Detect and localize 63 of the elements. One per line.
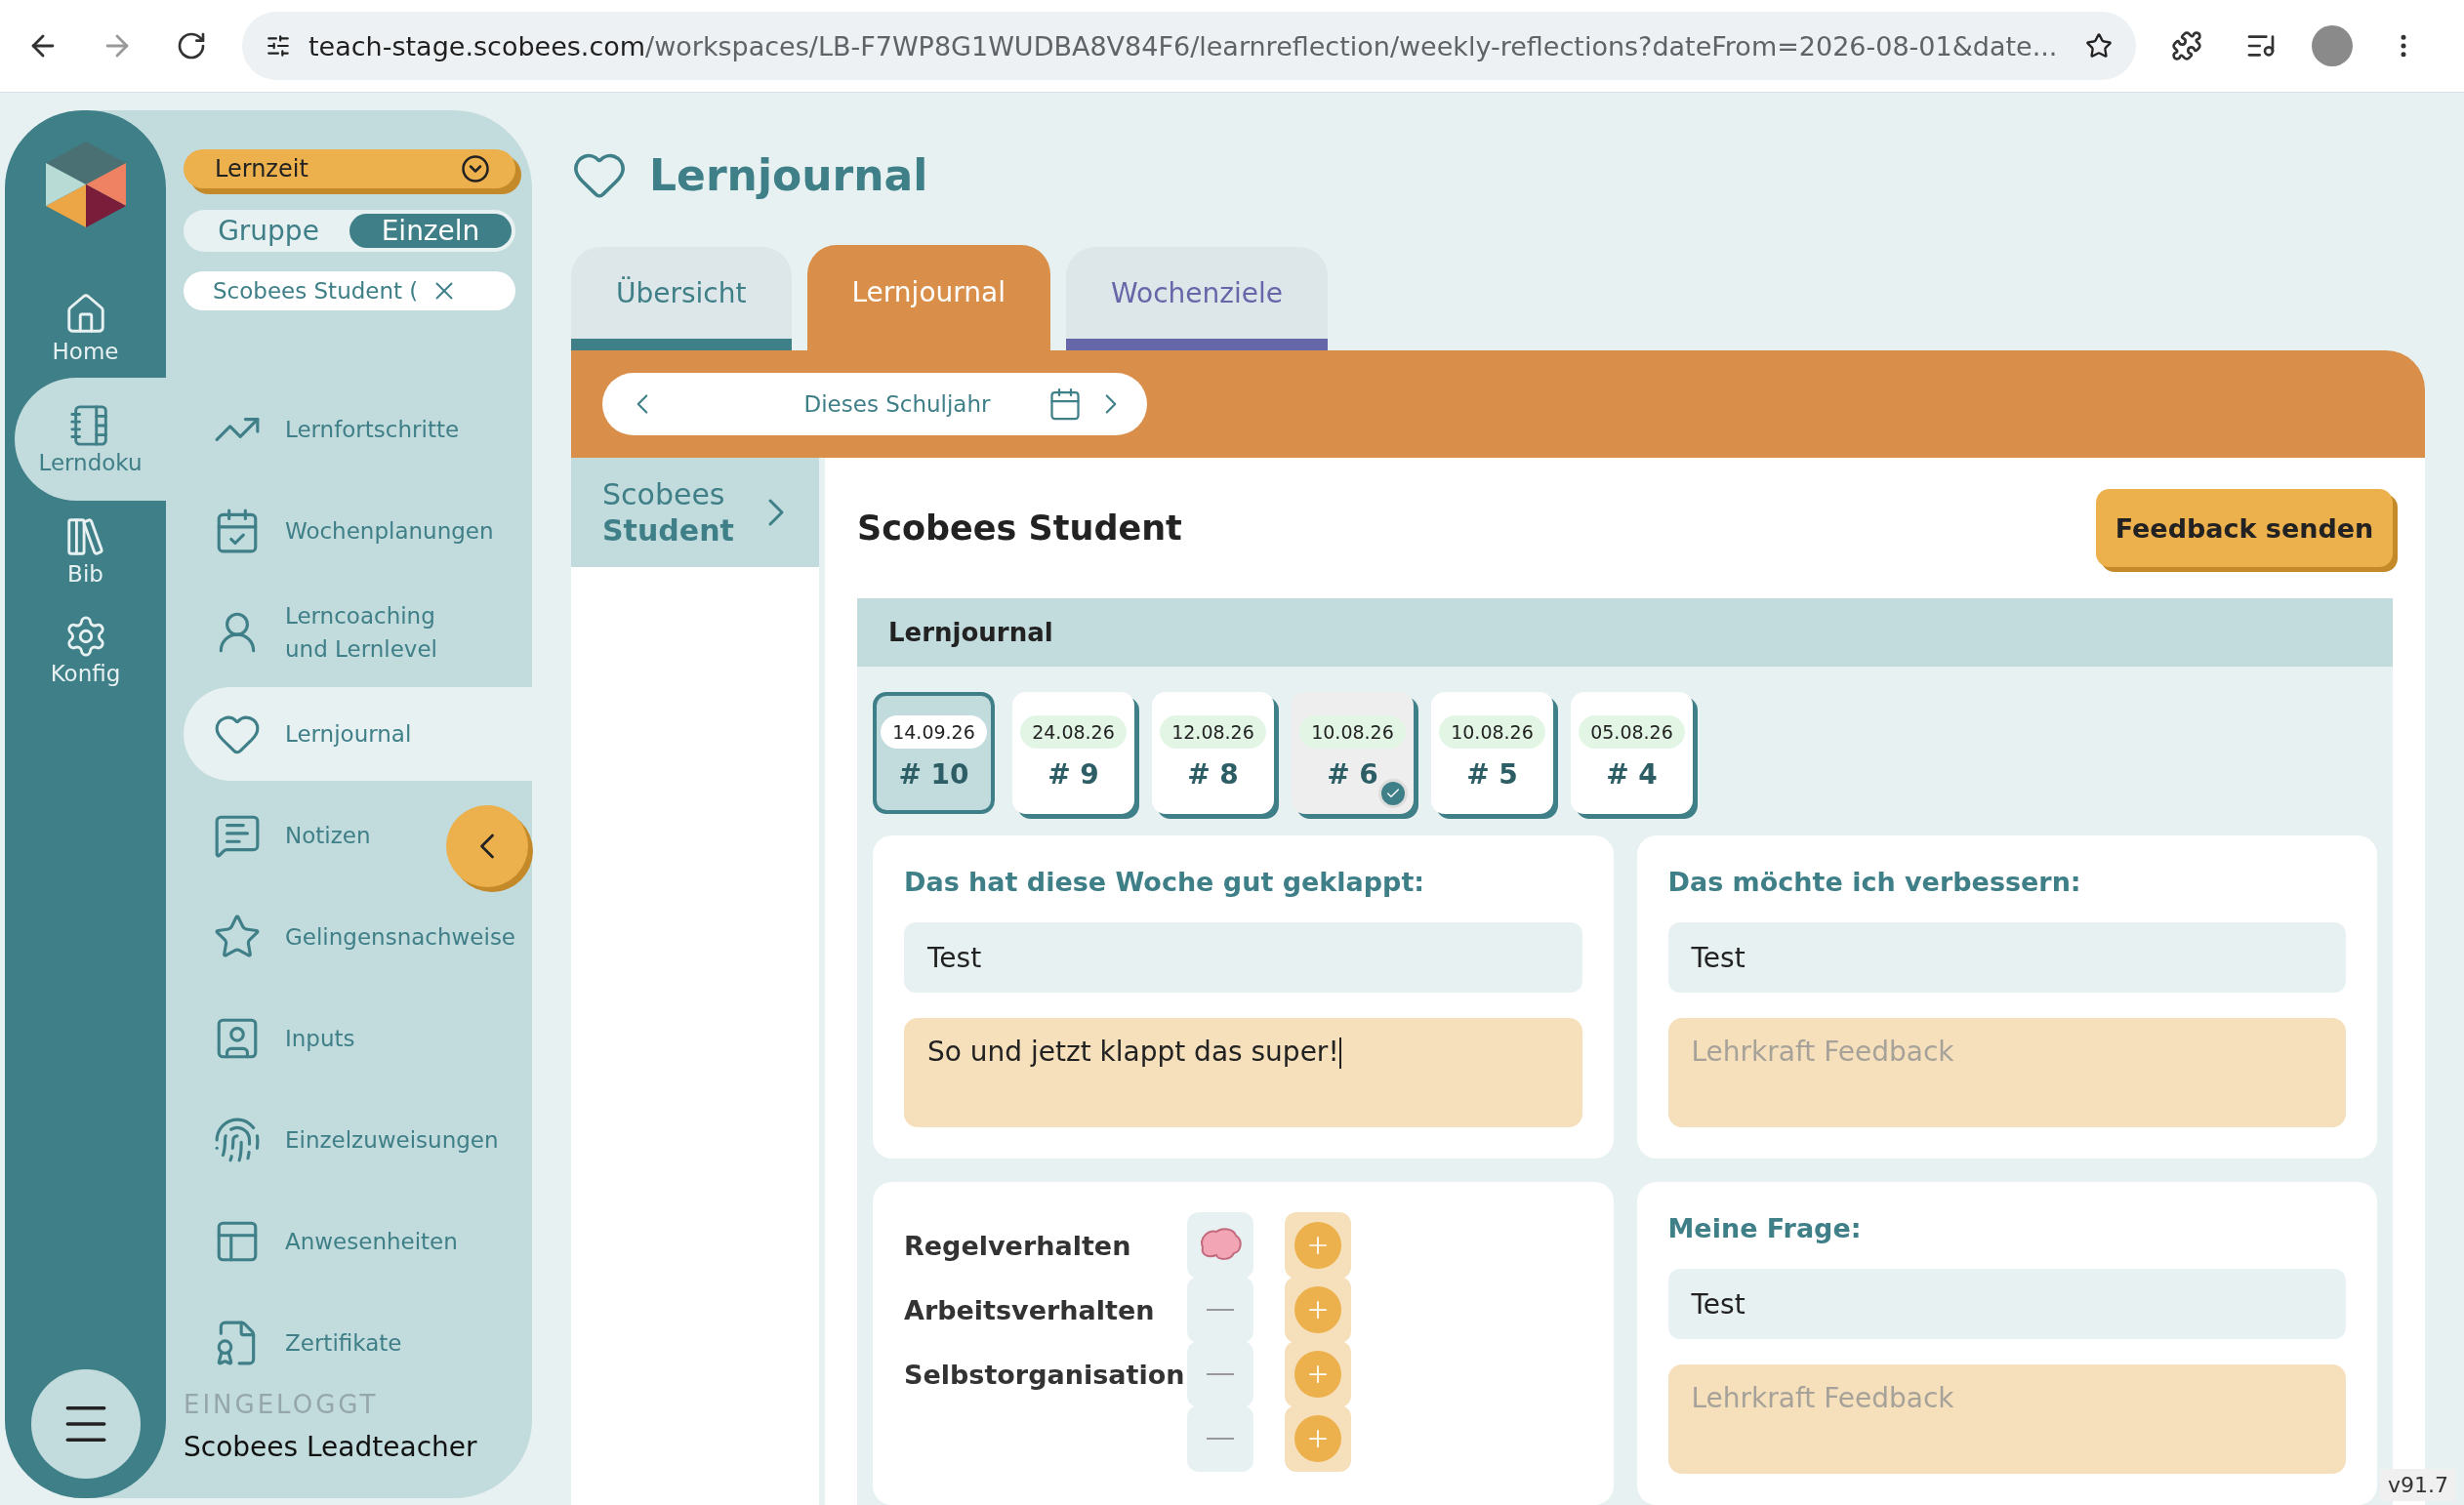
nav-item[interactable]: Anwesenheiten: [184, 1195, 532, 1288]
toggle-option[interactable]: Einzeln: [349, 214, 512, 248]
site-settings-icon[interactable]: [266, 33, 291, 59]
nav-item[interactable]: Lernfortschritte: [184, 383, 532, 476]
answer-field[interactable]: Test: [1667, 922, 2346, 993]
entry-number: # 10: [898, 758, 969, 791]
entry-date: 24.08.26: [1020, 715, 1127, 749]
feedback-field[interactable]: So und jetzt klappt das super!: [904, 1018, 1582, 1127]
minus-icon: [1207, 1438, 1234, 1440]
user-name: Scobees Leadteacher: [184, 1431, 478, 1463]
card-title: Das möchte ich verbessern:: [1667, 867, 2082, 897]
page-title: Lernjournal: [649, 149, 928, 200]
address-bar[interactable]: teach-stage.scobees.com/workspaces/LB-F7WP8G1WUDBA8V84F6/learnreflection/weekly-reflections?dateFrom=2026-08-01&date...: [242, 12, 2136, 80]
toggle-option[interactable]: Gruppe: [187, 214, 349, 248]
behaviour-label: Arbeitsverhalten: [904, 1294, 1156, 1325]
version-label: v91.7: [2380, 1469, 2456, 1501]
nav-item[interactable]: Zertifikate: [184, 1296, 532, 1390]
rail-item[interactable]: Konfig: [5, 600, 166, 700]
answer-field[interactable]: Test: [1667, 1269, 2346, 1339]
check-icon: [1378, 779, 1408, 808]
student-heading: Scobees Student: [857, 508, 1182, 548]
rail-item[interactable]: Bib: [5, 501, 166, 600]
entry-date: 12.08.26: [1160, 715, 1266, 749]
minus-icon: [1207, 1309, 1234, 1311]
behaviour-label: Regelverhalten: [904, 1230, 1132, 1261]
student-item[interactable]: Scobees Student: [571, 458, 819, 567]
entry-date: 10.08.26: [1439, 715, 1545, 749]
period-label: Dieses Schuljahr: [803, 391, 991, 418]
rail-item[interactable]: Home: [5, 278, 166, 378]
answer-field[interactable]: Test: [904, 922, 1582, 993]
nav-item[interactable]: Einzelzuweisungen: [184, 1093, 532, 1187]
rail-item[interactable]: Lerndoku: [15, 378, 166, 501]
entry-number: # 6: [1327, 758, 1378, 791]
rating-field[interactable]: [1187, 1405, 1253, 1472]
entry-number: # 8: [1187, 758, 1239, 791]
entry-number: # 9: [1047, 758, 1099, 791]
entry-number: # 5: [1466, 758, 1518, 791]
calendar-icon[interactable]: [1047, 386, 1083, 423]
profile-avatar[interactable]: [2312, 25, 2353, 66]
student-chip-label: Scobees Student (: [213, 278, 419, 304]
nav-item[interactable]: Lernjournal: [184, 687, 532, 781]
card-title: Das hat diese Woche gut geklappt:: [904, 867, 1426, 897]
behaviour-label: Selbstorganisation: [904, 1359, 1186, 1390]
chevron-down-icon: [461, 154, 490, 183]
section-header: Lernjournal: [857, 598, 2393, 667]
tab[interactable]: Übersicht: [571, 247, 792, 351]
nav-item[interactable]: Lerncoaching und Lernlevel: [184, 586, 532, 679]
tab[interactable]: Wochenziele: [1065, 247, 1328, 351]
fingerprint-icon: [213, 1116, 262, 1164]
entry-number: # 4: [1606, 758, 1658, 791]
minus-icon: [1207, 1373, 1234, 1375]
tab[interactable]: Lernjournal: [806, 245, 1050, 351]
entry-date: 14.09.26: [881, 715, 987, 749]
nav-item[interactable]: Notizen: [184, 789, 532, 882]
entry-date: 10.08.26: [1299, 715, 1406, 749]
entry-date: 05.08.26: [1579, 715, 1685, 749]
nav-item[interactable]: Gelingensnachweise: [184, 890, 532, 984]
nav-item[interactable]: Inputs: [184, 992, 532, 1085]
rating-field[interactable]: [1187, 1212, 1253, 1279]
card-title: Meine Frage:: [1667, 1213, 1863, 1243]
nav-item[interactable]: Wochenplanungen: [184, 484, 532, 578]
journal-entry[interactable]: 14.09.26 # 10: [873, 692, 995, 814]
bookmark-star-icon[interactable]: [2085, 32, 2113, 60]
